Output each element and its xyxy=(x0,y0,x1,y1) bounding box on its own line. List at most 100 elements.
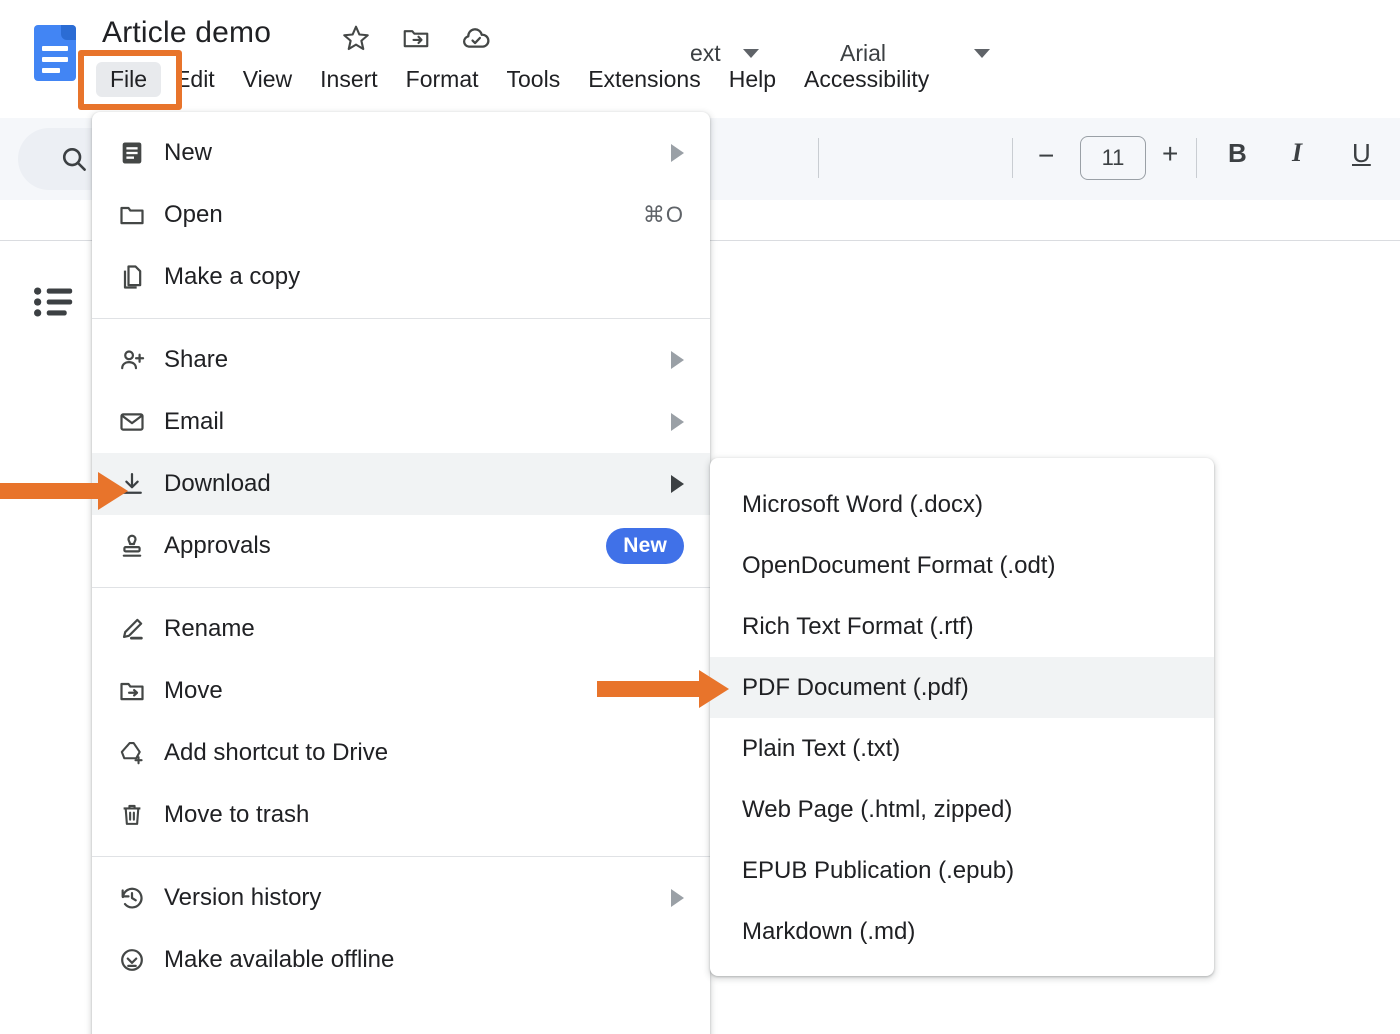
menu-item-share[interactable]: Share xyxy=(92,329,710,391)
submenu-item-label: Markdown (.md) xyxy=(742,917,916,945)
menubar-item-format[interactable]: Format xyxy=(392,62,493,97)
submenu-item-label: Plain Text (.txt) xyxy=(742,734,901,762)
menu-item-make-a-copy[interactable]: Make a copy xyxy=(92,246,710,308)
menu-item-approvals[interactable]: Approvals New xyxy=(92,515,710,577)
menu-item-label: Make a copy xyxy=(164,263,301,290)
menu-item-move-to-trash[interactable]: Move to trash xyxy=(92,784,710,846)
new-document-icon xyxy=(118,139,164,167)
submenu-arrow-icon xyxy=(671,475,684,493)
arrow-shaft xyxy=(0,483,100,499)
menu-item-download[interactable]: Download xyxy=(92,453,710,515)
menu-item-label: Add shortcut to Drive xyxy=(164,739,389,766)
logo-line-2 xyxy=(42,57,68,62)
menu-item-open[interactable]: Open ⌘O xyxy=(92,184,710,246)
menu-item-add-shortcut-to-drive[interactable]: Add shortcut to Drive xyxy=(92,722,710,784)
download-icon xyxy=(118,470,164,498)
history-icon xyxy=(118,884,164,912)
menubar-item-view[interactable]: View xyxy=(229,62,306,97)
menu-item-shortcut: ⌘O xyxy=(642,202,684,227)
toolbar-divider-2 xyxy=(1012,138,1013,178)
folder-icon xyxy=(118,201,164,229)
menubar-item-extensions[interactable]: Extensions xyxy=(574,62,715,97)
bold-button[interactable]: B xyxy=(1228,138,1247,169)
download-submenu: Microsoft Word (.docx) OpenDocument Form… xyxy=(710,458,1214,976)
file-menu: New Open ⌘O Make a copy Share Email Down… xyxy=(92,112,710,1034)
google-docs-logo[interactable] xyxy=(28,22,76,84)
submenu-item-epub[interactable]: EPUB Publication (.epub) xyxy=(710,840,1214,901)
submenu-item-label: PDF Document (.pdf) xyxy=(742,673,969,701)
menu-item-make-available-offline[interactable]: Make available offline xyxy=(92,929,710,991)
submenu-item-md[interactable]: Markdown (.md) xyxy=(710,901,1214,962)
logo-line-3 xyxy=(42,68,60,73)
font-size-input[interactable]: 11 xyxy=(1080,136,1146,180)
menubar-item-tools[interactable]: Tools xyxy=(493,62,575,97)
submenu-item-pdf[interactable]: PDF Document (.pdf) xyxy=(710,657,1214,718)
font-family-dropdown[interactable]: Arial xyxy=(840,40,991,67)
submenu-item-txt[interactable]: Plain Text (.txt) xyxy=(710,718,1214,779)
search-icon xyxy=(59,144,89,174)
submenu-item-label: Web Page (.html, zipped) xyxy=(742,795,1013,823)
menu-item-label: Rename xyxy=(164,615,255,642)
menu-item-label: Make available offline xyxy=(164,946,395,973)
font-family-value: Arial xyxy=(840,40,887,66)
submenu-arrow-icon xyxy=(671,351,684,369)
menu-item-label: Move xyxy=(164,677,223,704)
copy-icon xyxy=(118,263,164,291)
menubar: File Edit View Insert Format Tools Exten… xyxy=(96,62,943,97)
menu-item-email[interactable]: Email xyxy=(92,391,710,453)
menu-item-new[interactable]: New xyxy=(92,122,710,184)
underline-button[interactable]: U xyxy=(1352,138,1371,169)
status-badge-new: New xyxy=(606,528,684,564)
menu-item-label: New xyxy=(164,139,213,166)
font-size-decrease-button[interactable]: − xyxy=(1038,140,1054,172)
menubar-item-file[interactable]: File xyxy=(96,62,162,97)
menubar-item-edit[interactable]: Edit xyxy=(161,62,229,97)
menu-separator xyxy=(92,318,710,319)
toolbar-divider-3 xyxy=(1196,138,1197,178)
menu-item-rename[interactable]: Rename xyxy=(92,598,710,660)
document-outline-icon[interactable] xyxy=(32,282,76,322)
logo-line-1 xyxy=(42,46,68,51)
menu-item-label: Email xyxy=(164,408,225,435)
menu-separator xyxy=(92,856,710,857)
submenu-arrow-icon xyxy=(671,144,684,162)
envelope-icon xyxy=(118,408,164,436)
submenu-item-docx[interactable]: Microsoft Word (.docx) xyxy=(710,474,1214,535)
chevron-down-icon xyxy=(742,49,759,58)
font-size-increase-button[interactable]: + xyxy=(1162,138,1178,170)
star-icon[interactable] xyxy=(340,22,372,54)
menubar-item-insert[interactable]: Insert xyxy=(306,62,392,97)
submenu-item-html[interactable]: Web Page (.html, zipped) xyxy=(710,779,1214,840)
submenu-item-odt[interactable]: OpenDocument Format (.odt) xyxy=(710,535,1214,596)
person-add-icon xyxy=(118,346,164,374)
move-to-folder-icon xyxy=(118,677,164,705)
menu-item-move[interactable]: Move xyxy=(92,660,710,722)
paragraph-style-value: ext xyxy=(690,40,721,66)
stamp-icon xyxy=(118,532,164,560)
document-title[interactable]: Article demo xyxy=(102,16,271,50)
menu-separator xyxy=(92,587,710,588)
italic-button[interactable]: I xyxy=(1292,138,1302,168)
menu-item-label: Open xyxy=(164,201,223,228)
menubar-item-accessibility[interactable]: Accessibility xyxy=(790,62,943,97)
menu-item-version-history[interactable]: Version history xyxy=(92,867,710,929)
submenu-item-label: Microsoft Word (.docx) xyxy=(742,490,983,518)
toolbar-divider-1 xyxy=(818,138,819,178)
menubar-item-help[interactable]: Help xyxy=(715,62,790,97)
move-to-folder-icon[interactable] xyxy=(400,22,432,54)
trash-icon xyxy=(118,801,164,829)
paragraph-style-dropdown[interactable]: ext xyxy=(690,40,759,67)
menu-item-label: Share xyxy=(164,346,229,373)
menu-item-label: Move to trash xyxy=(164,801,310,828)
google-docs-window: Article demo File Edit View Insert Forma xyxy=(0,0,1400,1034)
submenu-item-label: Rich Text Format (.rtf) xyxy=(742,612,974,640)
logo-fold-shape xyxy=(61,25,76,40)
pencil-icon xyxy=(118,615,164,643)
submenu-arrow-icon xyxy=(671,889,684,907)
offline-check-icon xyxy=(118,946,164,974)
title-icon-group xyxy=(340,22,492,54)
drive-shortcut-icon xyxy=(118,739,164,767)
submenu-item-label: OpenDocument Format (.odt) xyxy=(742,551,1056,579)
cloud-saved-icon[interactable] xyxy=(460,22,492,54)
submenu-item-rtf[interactable]: Rich Text Format (.rtf) xyxy=(710,596,1214,657)
